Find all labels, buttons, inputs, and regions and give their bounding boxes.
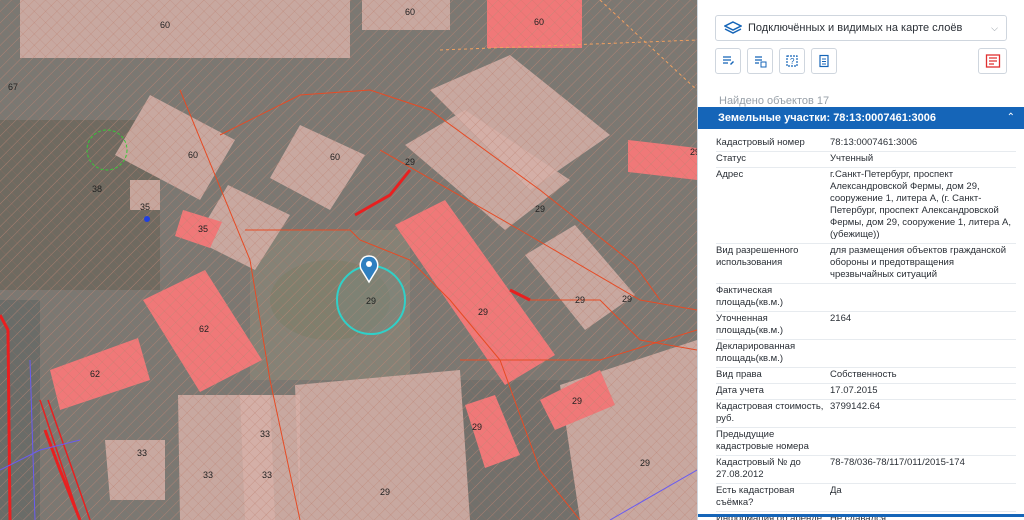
report-button[interactable] xyxy=(978,48,1007,74)
property-row: Декларированная площадь(кв.м.) xyxy=(716,340,1016,368)
property-table: Кадастровый номер 78:13:0007461:3006 Стату… xyxy=(716,136,1016,520)
property-key: Адрес xyxy=(716,169,744,180)
property-row: Есть кадастровая съёмка? Да xyxy=(716,484,1016,512)
property-key: Кадастровая стоимость, руб. xyxy=(716,401,824,424)
property-key: Кадастровый № до 27.08.2012 xyxy=(716,457,801,480)
property-row: Уточненная площадь(кв.м.) 2164 xyxy=(716,312,1016,340)
parcel-label: 29 xyxy=(535,204,545,214)
parcel-label: 33 xyxy=(260,429,270,439)
list-edit-button[interactable] xyxy=(715,48,741,74)
property-row: Дата учета 17.07.2015 xyxy=(716,384,1016,400)
property-key: Дата учета xyxy=(716,385,764,396)
parcel-label: 29 xyxy=(640,458,650,468)
property-row: Предыдущие кадастровые номера xyxy=(716,428,1016,456)
parcel-label: 29 xyxy=(622,294,632,304)
property-key: Статус xyxy=(716,153,747,164)
info-panel: Подключённых и видимых на карте слоёв ⌵ … xyxy=(697,0,1024,520)
property-value: 78-78/036-78/117/011/2015-174 xyxy=(830,457,965,468)
list-building-icon xyxy=(755,56,767,68)
parcel-label: 29 xyxy=(572,396,582,406)
property-row: Кадастровый № до 27.08.2012 78-78/036-78/… xyxy=(716,456,1016,484)
property-value: Да xyxy=(830,485,842,496)
property-value: Учтенный xyxy=(830,153,874,164)
property-value: 17.07.2015 xyxy=(830,385,878,396)
parcel-label: 29 xyxy=(405,157,415,167)
map-view[interactable]: 60 60 60 60 60 29 29 29 29 29 29 29 29 2… xyxy=(0,0,697,520)
parcel-label: 35 xyxy=(198,224,208,234)
parcel-label: 29 xyxy=(690,147,697,157)
property-row: Статус Учтенный xyxy=(716,152,1016,168)
parcel-label: 29 xyxy=(472,422,482,432)
property-value xyxy=(830,429,1016,453)
parcel-label: 60 xyxy=(534,17,544,27)
list-edit-icon xyxy=(723,56,734,65)
property-key: Есть кадастровая съёмка? xyxy=(716,485,795,508)
help-area-icon: ? xyxy=(786,55,798,67)
property-value: 3799142.64 xyxy=(830,401,881,412)
property-value: Собственность xyxy=(830,369,897,380)
property-row: Адрес г.Санкт-Петербург, проспект Алексан… xyxy=(716,168,1016,244)
svg-text:?: ? xyxy=(790,57,795,66)
parcel-label: 29 xyxy=(575,295,585,305)
report-icon xyxy=(985,54,1000,68)
chevron-down-icon: ⌵ xyxy=(991,23,998,33)
parcel-label: 33 xyxy=(262,470,272,480)
parcel-label: 60 xyxy=(405,7,415,17)
property-key: Декларированная площадь(кв.м.) xyxy=(716,341,796,364)
property-row: Кадастровая стоимость, руб. 3799142.64 xyxy=(716,400,1016,428)
document-icon xyxy=(819,54,829,68)
parcel-label: 29 xyxy=(366,296,376,306)
property-key: Уточненная площадь(кв.м.) xyxy=(716,313,784,336)
toolbar: ? xyxy=(715,48,837,74)
parcel-label: 67 xyxy=(8,82,18,92)
section-header[interactable]: Земельные участки: 78:13:0007461:3006 ⌃ xyxy=(698,107,1024,129)
parcel-label: 62 xyxy=(199,324,209,334)
parcel-label: 33 xyxy=(203,470,213,480)
help-area-button[interactable]: ? xyxy=(779,48,805,74)
property-key: Фактическая площадь(кв.м.) xyxy=(716,285,784,308)
property-key: Предыдущие кадастровые номера xyxy=(716,429,809,452)
parcel-label: 60 xyxy=(330,152,340,162)
property-row: Фактическая площадь(кв.м.) xyxy=(716,284,1016,312)
document-button[interactable] xyxy=(811,48,837,74)
parcel-label: 35 xyxy=(140,202,150,212)
property-key: Вид права xyxy=(716,369,762,380)
property-row: Кадастровый номер 78:13:0007461:3006 xyxy=(716,136,1016,152)
property-value: для размещения объектов гражданской обор… xyxy=(830,245,1007,280)
layers-icon xyxy=(723,21,743,35)
parcel-label: 33 xyxy=(137,448,147,458)
section-title: Земельные участки: 78:13:0007461:3006 xyxy=(718,112,936,124)
layer-select[interactable]: Подключённых и видимых на карте слоёв ⌵ xyxy=(715,15,1007,41)
panel-bottom-bar xyxy=(698,514,1024,517)
property-value xyxy=(830,285,1016,309)
parcel-label: 29 xyxy=(478,307,488,317)
parcel-label: 29 xyxy=(380,487,390,497)
parcel-label: 60 xyxy=(188,150,198,160)
property-row: Вид права Собственность xyxy=(716,368,1016,384)
list-building-button[interactable] xyxy=(747,48,773,74)
parcel-label: 62 xyxy=(90,369,100,379)
parcel-label: 60 xyxy=(160,20,170,30)
property-value: 78:13:0007461:3006 xyxy=(830,137,918,148)
chevron-up-icon[interactable]: ⌃ xyxy=(1007,107,1015,129)
map-canvas[interactable]: 60 60 60 60 60 29 29 29 29 29 29 29 29 2… xyxy=(0,0,697,520)
property-key: Кадастровый номер xyxy=(716,137,805,148)
layer-select-value: Подключённых и видимых на карте слоёв xyxy=(748,22,963,34)
property-row: Вид разрешенного использования для размещ… xyxy=(716,244,1016,284)
property-key: Вид разрешенного использования xyxy=(716,245,799,268)
property-value: 2164 xyxy=(830,313,852,324)
found-count: Найдено объектов 17 xyxy=(719,95,830,107)
property-value xyxy=(830,341,1016,365)
property-value: г.Санкт-Петербург, проспект Александровс… xyxy=(830,169,1011,240)
parcel-label: 38 xyxy=(92,184,102,194)
